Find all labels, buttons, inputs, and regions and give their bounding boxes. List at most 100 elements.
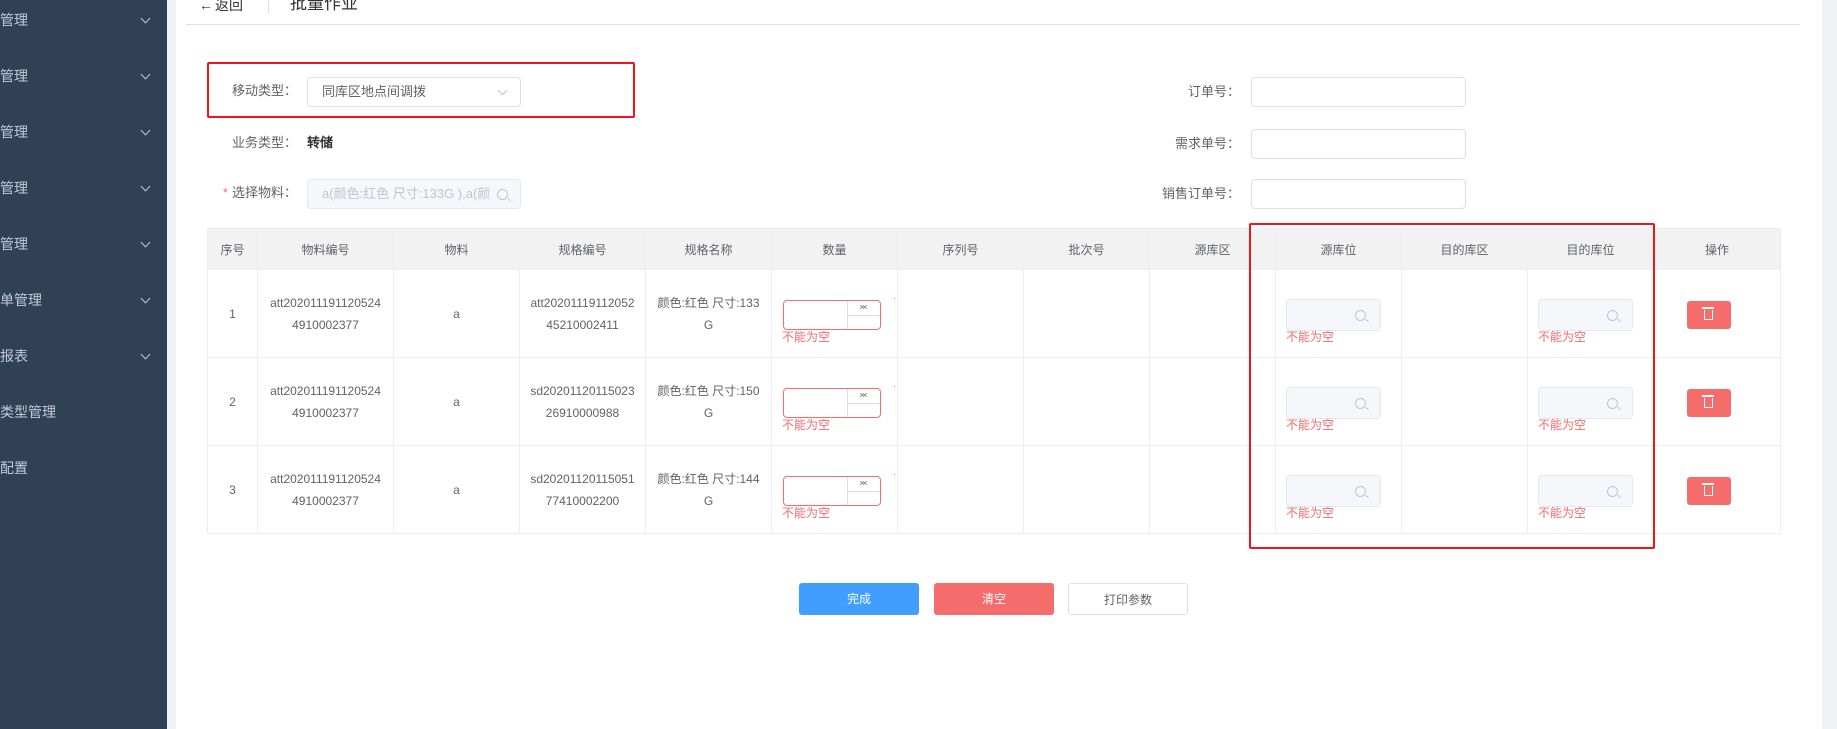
sidebar-item-3[interactable]: 管理 [0, 112, 167, 152]
error-message: 不能为空 [782, 330, 831, 344]
action-cell [1653, 445, 1781, 534]
sidebar-item-5[interactable]: 管理 [0, 224, 167, 264]
error-message: 不能为空 [1538, 506, 1587, 520]
target-area-cell [1401, 445, 1528, 534]
target-location-cell: 不能为空 [1527, 357, 1654, 446]
serial-cell [897, 445, 1024, 534]
decrease-button[interactable] [848, 301, 880, 315]
sidebar-item-1[interactable]: 管理 [0, 0, 167, 40]
table-row: 1 att2020111911205244910002377 a att2020… [207, 269, 1781, 358]
sidebar-item-label: 单管理 [0, 292, 42, 308]
quantity-cell: . 不能为空 [771, 357, 898, 446]
batch-cell [1023, 445, 1150, 534]
sidebar-item-4[interactable]: 管理 [0, 168, 167, 208]
target-location-input[interactable] [1538, 387, 1633, 419]
material-cell: a [393, 445, 520, 534]
target-location-cell: 不能为空 [1527, 269, 1654, 358]
sidebar-item-label: 管理 [0, 180, 28, 196]
stepper-controls [847, 301, 880, 329]
quantity-stepper[interactable] [783, 388, 881, 418]
required-mark: * [222, 185, 228, 200]
quantity-cell: . 不能为空 [771, 445, 898, 534]
target-area-cell [1401, 269, 1528, 358]
demand-no-input[interactable] [1251, 129, 1466, 159]
target-location-cell: 不能为空 [1527, 445, 1654, 534]
material-code-cell: att2020111911205244910002377 [257, 269, 394, 358]
search-icon [1607, 398, 1618, 409]
target-location-input[interactable] [1538, 299, 1633, 331]
sidebar-item-7[interactable]: 报表 [0, 336, 167, 376]
material-code: att2020111911205244910002377 [270, 383, 381, 420]
row-number: 2 [207, 357, 258, 446]
back-button[interactable]: ← 返回 [199, 0, 243, 15]
chevron-down-icon [140, 237, 151, 248]
clear-button[interactable]: 清空 [934, 583, 1054, 615]
source-location-cell: 不能为空 [1275, 445, 1402, 534]
trash-icon [1702, 395, 1714, 408]
material-label: * 选择物料： [205, 178, 297, 208]
chevron-down-icon [497, 85, 508, 96]
delete-button[interactable] [1687, 301, 1731, 329]
target-area-cell [1401, 357, 1528, 446]
target-location-input[interactable] [1538, 475, 1633, 507]
decrease-button[interactable] [848, 477, 880, 491]
move-type-label: 移动类型： [231, 83, 297, 98]
sales-order-label: 销售订单号： [1161, 186, 1240, 201]
chevron-down-icon [140, 69, 151, 80]
table-row: 3 att2020111911205244910002377 a sd20201… [207, 445, 1781, 534]
quantity-cell: . 不能为空 [771, 269, 898, 358]
material-cell: a [393, 269, 520, 358]
biz-type-value: 转储 [307, 135, 334, 150]
sales-order-input[interactable] [1251, 179, 1466, 209]
spec-name: 颜色:红色 尺寸:150G [657, 383, 760, 420]
source-location-input[interactable] [1286, 299, 1381, 331]
sidebar-item-6[interactable]: 单管理 [0, 280, 167, 320]
spec-name-cell: 颜色:红色 尺寸:133G [645, 269, 772, 358]
decrease-button[interactable] [848, 389, 880, 403]
material-cell: a [393, 357, 520, 446]
delete-button[interactable] [1687, 389, 1731, 417]
error-message: 不能为空 [1286, 330, 1335, 344]
spec-code: sd2020112011505177410002200 [530, 471, 635, 508]
dot-mark: . [893, 291, 896, 302]
sidebar-item-8[interactable]: 类型管理 [0, 392, 167, 432]
batch-cell [1023, 269, 1150, 358]
col-header: 规格编号 [519, 228, 646, 270]
spec-code-cell: sd2020112011502326910000988 [519, 357, 646, 446]
source-location-cell: 不能为空 [1275, 269, 1402, 358]
col-header: 目的库区 [1401, 228, 1528, 270]
source-area-cell [1149, 357, 1276, 446]
order-no-label: 订单号： [1187, 84, 1240, 99]
stepper-controls [847, 389, 880, 417]
sidebar-item-label: 管理 [0, 12, 28, 28]
error-message: 不能为空 [1538, 330, 1587, 344]
error-message: 不能为空 [1286, 418, 1335, 432]
quantity-stepper[interactable] [783, 300, 881, 330]
sidebar-item-9[interactable]: 配置 [0, 448, 167, 488]
search-icon [1355, 486, 1366, 497]
sidebar-item-label: 配置 [0, 460, 28, 476]
print-params-button[interactable]: 打印参数 [1068, 583, 1188, 615]
action-cell [1653, 357, 1781, 446]
material-label-text: 选择物料： [231, 185, 297, 200]
chevron-down-icon [140, 293, 151, 304]
sidebar: 管理 管理 管理 管理 管理 单管理 报表 类型管理 配置 [0, 0, 167, 729]
sidebar-item-label: 管理 [0, 236, 28, 252]
source-location-input[interactable] [1286, 387, 1381, 419]
move-type-select[interactable]: 同库区地点间调拨 [307, 77, 521, 107]
spec-name-cell: 颜色:红色 尺寸:150G [645, 357, 772, 446]
row-number: 3 [207, 445, 258, 534]
material-input[interactable]: a(颜色:红色 尺寸:133G ),a(颜 [307, 179, 521, 209]
order-no-input[interactable] [1251, 77, 1466, 107]
source-location-input[interactable] [1286, 475, 1381, 507]
search-icon [1355, 310, 1366, 321]
quantity-stepper[interactable] [783, 476, 881, 506]
source-location-cell: 不能为空 [1275, 357, 1402, 446]
spec-name: 颜色:红色 尺寸:144G [657, 471, 760, 508]
sidebar-item-label: 管理 [0, 124, 28, 140]
col-header: 源库位 [1275, 228, 1402, 270]
delete-button[interactable] [1687, 477, 1731, 505]
sidebar-item-2[interactable]: 管理 [0, 56, 167, 96]
finish-button[interactable]: 完成 [799, 583, 919, 615]
serial-cell [897, 269, 1024, 358]
